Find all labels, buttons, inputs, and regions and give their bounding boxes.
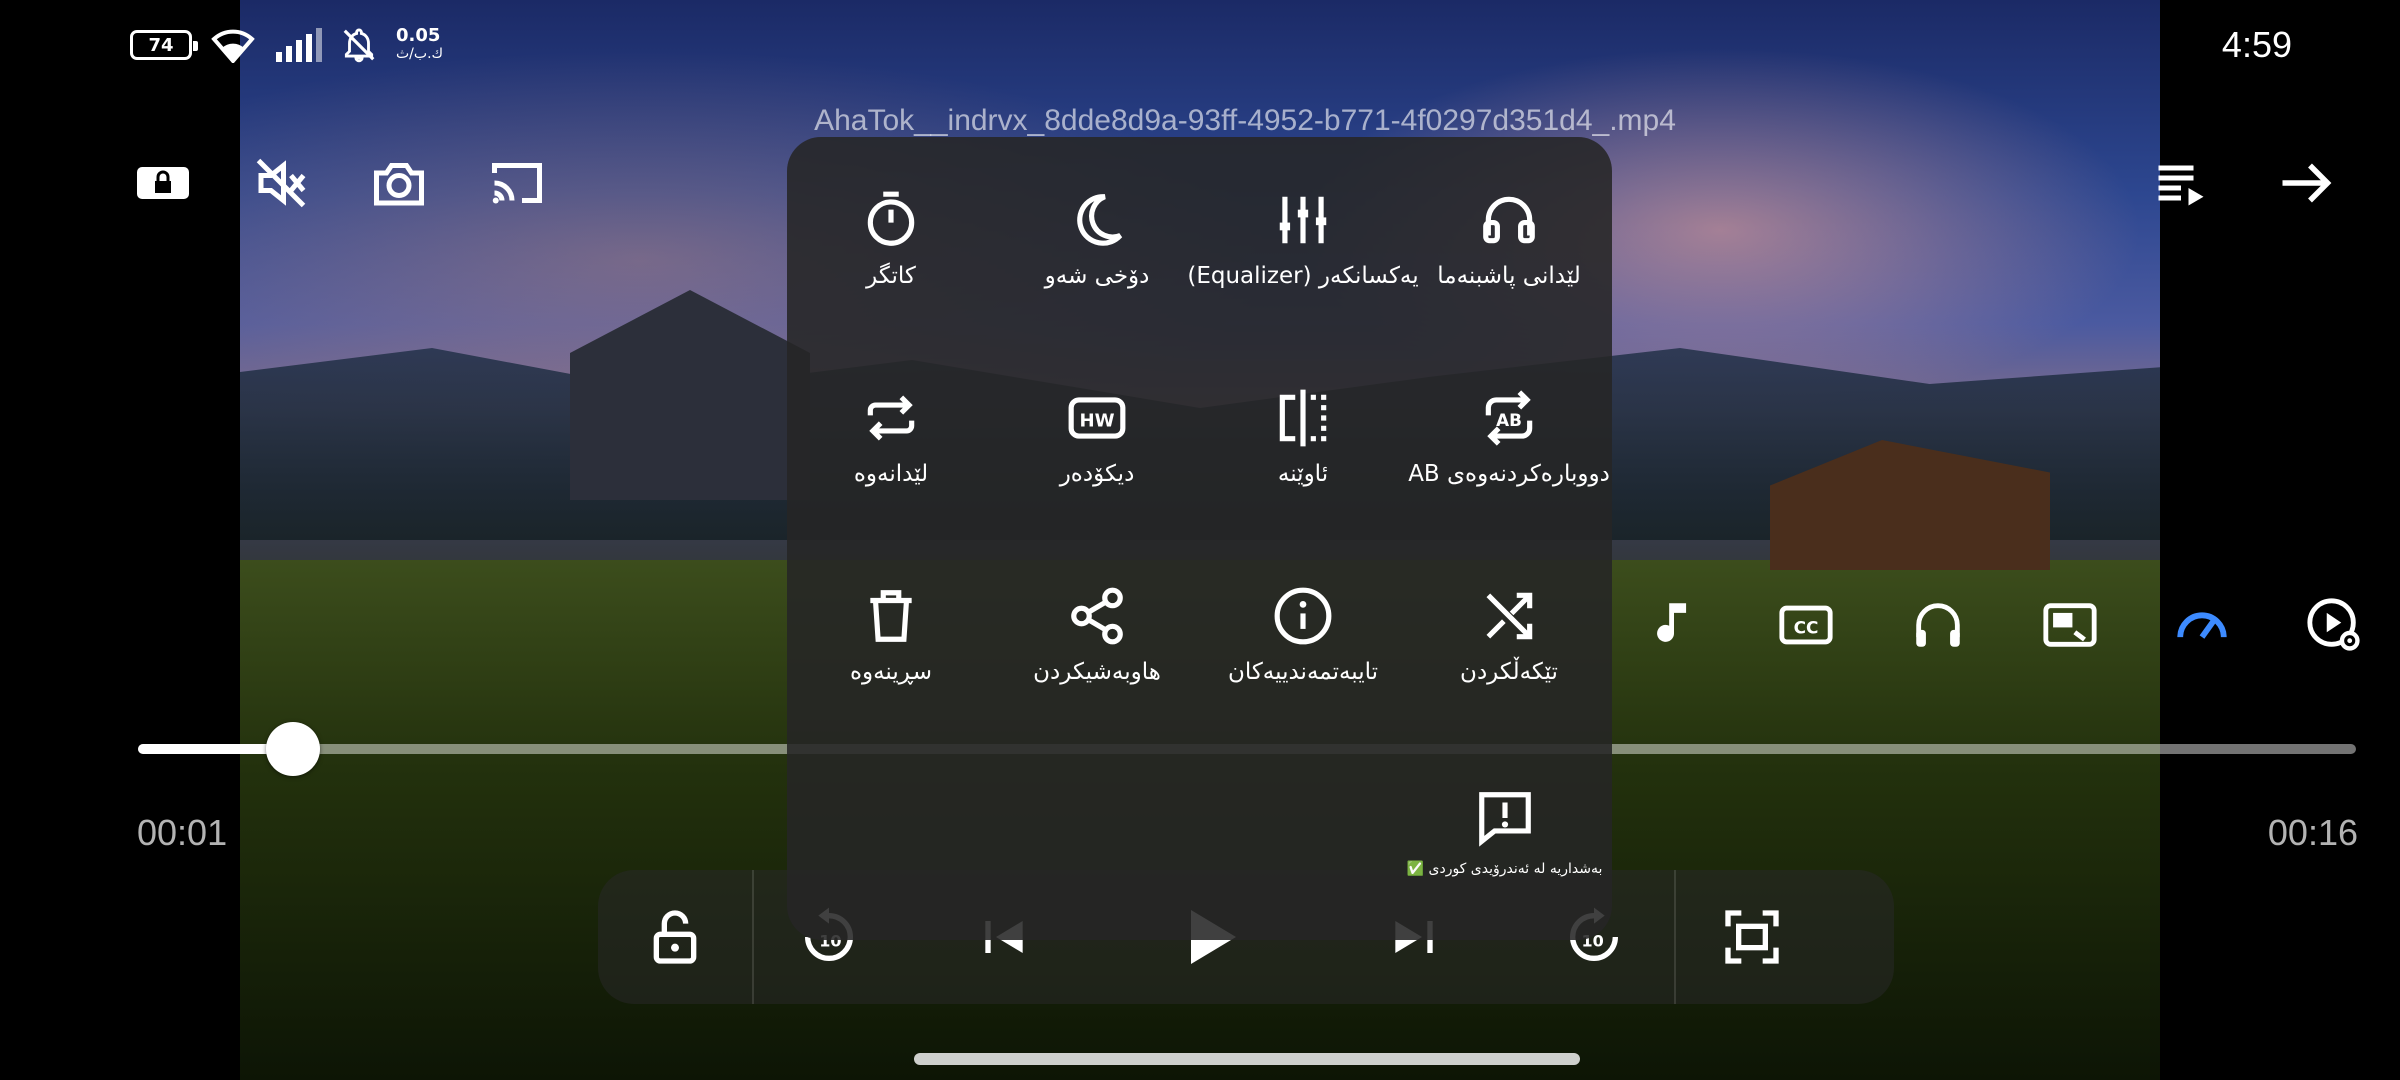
menu-item-label: دۆخی شەو [1044,263,1150,289]
video-settings-button[interactable] [2304,595,2364,655]
picture-in-picture-icon [2043,603,2097,647]
video-house [570,290,810,500]
menu-item-background-play[interactable]: لێدانی پاشبنەما [1406,189,1612,387]
unlock-icon [653,910,697,964]
menu-item-label: لێدانی پاشبنەما [1437,263,1581,289]
network-speed-value: 0.05 [396,25,441,46]
menu-item-repeat[interactable]: لێدانەوە [788,387,994,585]
cast-icon [492,163,542,204]
headphones-icon [1916,603,1960,647]
share-icon [1071,587,1123,645]
more-options-menu: لێدانی پاشبنەما یەکسانکەر (Equalizer) دۆ… [787,137,1612,940]
menu-item-label: تایبەتمەندییەکان [1227,659,1379,685]
home-indicator[interactable] [914,1053,1580,1065]
cast-button[interactable] [484,150,550,216]
menu-item-delete[interactable]: سڕینەوە [788,585,994,783]
battery-indicator: 74 [130,30,198,60]
total-duration: 00:16 [2267,812,2358,853]
top-left-toolbar [130,150,550,216]
lock-controls-button[interactable] [598,870,752,1004]
headphones-icon [1483,196,1535,244]
menu-item-properties[interactable]: تایبەتمەندییەکان [1200,585,1406,783]
aspect-ratio-button[interactable] [1676,870,1828,1004]
screenshot-button[interactable] [366,150,432,216]
svg-text:AB: AB [1496,410,1522,430]
timer-icon [867,191,915,246]
closed-captions-icon: CC [1779,605,1833,645]
feedback-icon [1478,792,1531,847]
seek-bar-thumb[interactable] [266,722,321,776]
delete-icon [870,590,912,642]
top-right-toolbar [2148,150,2338,216]
equalizer-icon [1279,196,1327,244]
camera-icon [374,163,424,206]
mute-button[interactable] [248,150,314,216]
music-note-icon [1657,603,1687,642]
menu-item-decoder[interactable]: HW دیکۆدەر [994,387,1200,585]
arrow-right-icon [2282,163,2332,203]
menu-item-label: ئاوێنە [1277,461,1329,487]
menu-grid: لێدانی پاشبنەما یەکسانکەر (Equalizer) دۆ… [787,189,1612,783]
menu-item-equalizer[interactable]: یەکسانکەر (Equalizer) [1187,189,1419,387]
repeat-icon [867,395,915,441]
audio-track-button[interactable] [1644,595,1704,655]
screen-lock-icon [137,167,189,199]
menu-item-label: سڕینەوە [849,659,933,685]
speed-icon [2177,612,2227,639]
svg-text:CC: CC [1794,617,1819,637]
playlist-icon [2158,165,2204,206]
play-settings-icon [2307,598,2360,651]
menu-item-label: یەکسانکەر (Equalizer) [1187,263,1419,289]
menu-item-label: لێدانەوە [853,461,929,487]
menu-item-label: کاتگر [866,263,916,289]
menu-item-mirror[interactable]: ئاوێنە [1200,387,1406,585]
menu-item-night-mode[interactable]: دۆخی شەو [994,189,1200,387]
menu-item-shuffle[interactable]: تێکەڵکردن [1406,585,1612,783]
hw-decoder-icon: HW [1068,397,1126,439]
signal-icon [276,28,322,62]
notifications-off-icon [343,28,375,63]
ab-repeat-icon: AB [1485,390,1533,446]
status-bar-left: 74 0.05 ك.ب/ث [130,26,443,64]
playlist-button[interactable] [2148,150,2214,216]
info-icon [1274,587,1332,645]
menu-item-label: هاوبەشیکردن [1033,659,1161,685]
playback-speed-button[interactable] [2172,595,2232,655]
moon-icon [1077,194,1123,246]
network-speed-unit: ك.ب/ث [396,46,444,62]
menu-item-label: دووبارەکردنەوەی AB [1408,461,1610,487]
volume-off-icon [256,158,306,208]
background-play-button[interactable] [1908,595,1968,655]
video-title: AhaTok__indrvx_8dde8d9a-93ff-4952-b771-4… [814,104,1676,137]
subtitles-button[interactable]: CC [1776,595,1836,655]
menu-item-sleep-timer[interactable]: کاتگر [788,189,994,387]
forward-arrow-button[interactable] [2272,150,2338,216]
fit-screen-icon [1725,910,1779,964]
battery-level: 74 [148,34,174,56]
clock: 4:59 [2221,24,2292,65]
network-speed: 0.05 ك.ب/ث [396,27,443,63]
wifi-icon [211,29,255,63]
menu-item-share[interactable]: هاوبەشیکردن [994,585,1200,783]
svg-text:HW: HW [1079,410,1114,431]
current-time: 00:01 [137,812,228,853]
menu-item-feedback[interactable]: ✅ بەشداریە لە ئەندرۆیدی کوردی [1397,787,1612,877]
menu-item-label: تێکەڵکردن [1460,659,1558,685]
secondary-toolbar: CC [1644,595,2364,655]
pip-button[interactable] [2040,595,2100,655]
feedback-label: ✅ بەشداریە لە ئەندرۆیدی کوردی [1406,861,1603,877]
shuffle-icon [1486,592,1533,640]
menu-item-label: دیکۆدەر [1059,461,1135,487]
mirror-icon [1279,389,1327,447]
menu-item-ab-repeat[interactable]: AB دووبارەکردنەوەی AB [1406,387,1612,585]
lock-screen-button[interactable] [130,150,196,216]
